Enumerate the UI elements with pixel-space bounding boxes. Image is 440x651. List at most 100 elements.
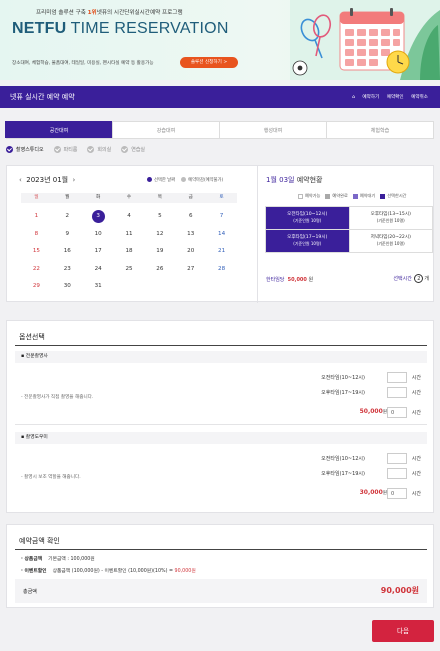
calendar-day[interactable]: 7: [206, 208, 237, 226]
nav-confirm-link[interactable]: 예약확인: [387, 95, 404, 100]
calendar-day[interactable]: 9: [52, 226, 83, 244]
reservation-status-title: 1월 03일 예약현황: [266, 176, 323, 184]
divider: [15, 549, 427, 550]
tab-planet-rental[interactable]: 행성대여: [219, 121, 327, 138]
option-time-label: 오후타임(17~19시): [321, 471, 365, 477]
nav-reserve-link[interactable]: 예약하기: [362, 95, 379, 100]
page-title: 넷퓨 실시간 예약 예약: [10, 93, 75, 101]
calendar-day[interactable]: 24: [83, 261, 114, 279]
calendar-day[interactable]: 28: [206, 261, 237, 279]
selected-time-count: 선택시간 2개: [393, 274, 429, 283]
calendar-day[interactable]: 15: [21, 243, 52, 261]
calendar-day[interactable]: 17: [83, 243, 114, 261]
divider: [15, 345, 427, 346]
calendar-day[interactable]: 14: [206, 226, 237, 244]
selected-square-icon: [380, 193, 386, 199]
option-time-label: 오전타임(10~12시): [321, 456, 365, 462]
option-studio[interactable]: 촬영스튜디오: [6, 146, 44, 153]
option-time-label: 오후타임(17~19시): [321, 390, 365, 396]
option-time-input[interactable]: [387, 387, 407, 398]
calendar-day[interactable]: 2: [52, 208, 83, 226]
next-button[interactable]: 다음: [372, 620, 434, 642]
calendar-day[interactable]: 27: [175, 261, 206, 279]
option-practice-room[interactable]: 연습실: [121, 146, 145, 153]
weekday-tue: 화: [96, 195, 101, 200]
calendar-day[interactable]: 30: [52, 278, 83, 296]
check-icon: [87, 146, 95, 153]
total-label: 총금액: [23, 589, 37, 595]
calendar-day[interactable]: 6: [175, 208, 206, 226]
total-bar: 총금액 90,000원: [15, 579, 427, 603]
time-slot[interactable]: 오전타임(10~12시) (기준인원 10명): [266, 207, 349, 229]
option-price: 50,000원: [359, 408, 387, 415]
calendar-day[interactable]: 16: [52, 243, 83, 261]
calendar-day[interactable]: 11: [114, 226, 145, 244]
check-icon: [53, 146, 61, 153]
calendar-day[interactable]: 23: [52, 261, 83, 279]
reservation-status-panel: 1월 03일 예약현황 예약가능 예약완료 예약대기 선택한시간 오전타임(10…: [257, 166, 435, 303]
option-unit: 시간: [411, 471, 421, 477]
calendar-day[interactable]: 25: [114, 261, 145, 279]
calendar-day[interactable]: 26: [144, 261, 175, 279]
weekday-sun: 일: [34, 195, 39, 200]
calendar-day[interactable]: 19: [144, 243, 175, 261]
nav-cancel-link[interactable]: 예약취소: [411, 95, 428, 100]
calendar-day[interactable]: 3: [83, 208, 114, 226]
home-icon[interactable]: ⌂: [352, 95, 355, 100]
calendar-day[interactable]: 29: [21, 278, 52, 296]
selected-dot-icon: [147, 177, 152, 182]
tab-experience[interactable]: 체험학습: [326, 121, 434, 138]
calendar-day[interactable]: 18: [114, 243, 145, 261]
tab-space-rental[interactable]: 공간대여: [5, 121, 113, 138]
tab-lesson-rental[interactable]: 강습대여: [112, 121, 220, 138]
time-slot[interactable]: 저녁타임(20~22시) (기준인원 10명): [349, 230, 432, 252]
calendar-day[interactable]: 21: [206, 243, 237, 261]
calendar-day[interactable]: 13: [175, 226, 206, 244]
discount-row: · 이벤트할인 상품금액 (100,000원) - 이벤트할인 (10,000원)…: [21, 569, 196, 574]
option-qty-input[interactable]: 0: [387, 488, 407, 499]
slot-legend: 예약가능 예약완료 예약대기 선택한시간: [298, 193, 407, 199]
options-title: 옵션선택: [19, 333, 45, 341]
calendar-day[interactable]: 31: [83, 278, 114, 296]
banner-description: 장소대여, 체험학습, 물품대여, 테일일, 미용실, 펜시타실 예약 등 활용…: [12, 61, 154, 66]
calendar-empty-cell: [114, 278, 145, 296]
calendar-week: 15 16 17 18 19 20 21: [21, 243, 237, 261]
next-month-button[interactable]: ›: [73, 176, 76, 184]
solution-apply-button[interactable]: 솔루션 신청하기 >: [180, 57, 238, 68]
calendar-day[interactable]: 12: [144, 226, 175, 244]
option-qty-unit: 시간: [411, 491, 421, 497]
prev-month-button[interactable]: ‹: [19, 176, 22, 184]
option-time-input[interactable]: [387, 453, 407, 464]
calendar-empty-cell: [206, 278, 237, 296]
calendar-empty-cell: [175, 278, 206, 296]
calendar-day[interactable]: 4: [114, 208, 145, 226]
weekday-wed: 수: [126, 195, 132, 200]
total-amount: 90,000원: [380, 586, 419, 595]
option-meeting-room[interactable]: 회의실: [87, 146, 111, 153]
option-time-input[interactable]: [387, 372, 407, 383]
promo-banner[interactable]: 프리미엄 솔루션 구축 1위넷퓨의 시간단위실시간예약 프로그램 NETFU T…: [0, 0, 440, 80]
calendar-day[interactable]: 22: [21, 261, 52, 279]
banner-title: NETFU TIME RESERVATION: [12, 20, 229, 37]
weekday-sat: 토: [219, 195, 224, 200]
calendar-day[interactable]: 10: [83, 226, 114, 244]
check-icon: [6, 146, 13, 153]
calendar-day[interactable]: 20: [175, 243, 206, 261]
calendar-card: ‹ 2023년 01월 › 선택한 날짜 예약마감(예약불가) 일 월 화 수 …: [6, 165, 435, 303]
calendar-month: 2023년 01월: [26, 176, 69, 184]
calendar-day[interactable]: 5: [144, 208, 175, 226]
option-party-room[interactable]: 파티룸: [53, 146, 77, 153]
weekday-mon: 월: [65, 195, 70, 200]
confirm-title: 예약금액 확인: [19, 537, 60, 545]
calendar-day[interactable]: 1: [21, 208, 52, 226]
weekday-fri: 금: [188, 195, 193, 200]
category-tabs: 공간대여 강습대여 행성대여 체험학습: [5, 121, 434, 139]
option-time-input[interactable]: [387, 468, 407, 479]
option-qty-unit: 시간: [411, 410, 421, 416]
time-slot[interactable]: 오후타임(13~15시) (기준인원 10명): [349, 207, 432, 229]
option-group-header: ▪ 전문촬영사: [15, 351, 427, 363]
time-slot[interactable]: 오후타임(17~19시) (기준인원 10명): [266, 230, 349, 252]
calendar-day[interactable]: 8: [21, 226, 52, 244]
option-qty-input[interactable]: 0: [387, 407, 407, 418]
option-price: 30,000원: [359, 489, 387, 496]
